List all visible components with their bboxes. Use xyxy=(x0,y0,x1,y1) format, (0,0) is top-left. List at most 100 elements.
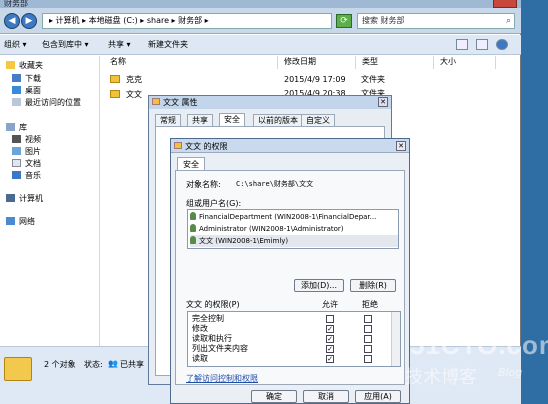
search-icon[interactable]: ⌕ xyxy=(506,14,511,28)
library-icon xyxy=(6,123,15,131)
allow-checkbox[interactable] xyxy=(326,315,334,323)
tab-general[interactable]: 常规 xyxy=(155,114,181,126)
file-row[interactable]: 克克 xyxy=(110,74,142,86)
view-options-icon[interactable] xyxy=(456,39,468,50)
folder-icon xyxy=(110,75,120,83)
deny-checkbox[interactable] xyxy=(364,315,372,323)
nav-recent[interactable]: 最近访问的位置 xyxy=(12,97,81,108)
column-type[interactable]: 类型 xyxy=(358,56,434,69)
watermark-site: 51CTO.com xyxy=(410,330,548,360)
allow-checkbox-checked[interactable]: ✓ xyxy=(326,355,334,363)
user-list[interactable]: FinancialDepartment (WIN2008-1\Financial… xyxy=(187,209,399,249)
download-icon xyxy=(12,74,21,82)
permissions-title-bar: 文文 的权限 ✕ xyxy=(171,139,409,153)
forward-button[interactable]: ▶ xyxy=(21,13,37,29)
deny-checkbox[interactable] xyxy=(364,345,372,353)
toolbar: 组织 ▾ 包含到库中 ▾ 共享 ▾ 新建文件夹 xyxy=(0,35,521,55)
new-folder-button[interactable]: 新建文件夹 xyxy=(148,39,188,50)
network-icon xyxy=(6,217,15,225)
file-type: 文件夹 xyxy=(361,75,385,84)
state-value: 已共享 xyxy=(120,360,144,369)
user-row[interactable]: Administrator (WIN2008-1\Administrator) xyxy=(190,223,398,235)
column-date[interactable]: 修改日期 xyxy=(280,56,356,69)
tab-sharing[interactable]: 共享 xyxy=(187,114,213,126)
nav-desktop[interactable]: 桌面 xyxy=(12,85,41,96)
watermark-blog: Blog xyxy=(498,366,523,379)
help-icon[interactable] xyxy=(496,39,508,50)
nav-music[interactable]: 音乐 xyxy=(12,170,41,181)
star-icon xyxy=(6,61,15,69)
close-button[interactable]: ✕ xyxy=(396,141,406,151)
tab-previous-versions[interactable]: 以前的版本 xyxy=(253,114,303,126)
folder-icon xyxy=(152,98,160,105)
permissions-dialog: 文文 的权限 ✕ 安全 对象名称: C:\share\财务部\文文 组或用户名(… xyxy=(170,138,410,404)
share-menu[interactable]: 共享 ▾ xyxy=(108,39,131,50)
allow-checkbox-checked[interactable]: ✓ xyxy=(326,345,334,353)
explorer-title-bar: 财务部 xyxy=(0,0,521,8)
properties-title: 文文 属性 xyxy=(163,98,198,107)
permissions-scrollbar[interactable] xyxy=(391,312,400,366)
allow-checkbox-checked[interactable]: ✓ xyxy=(326,335,334,343)
column-size[interactable]: 大小 xyxy=(436,56,496,69)
nav-libraries[interactable]: 库 xyxy=(6,122,27,133)
video-icon xyxy=(12,135,21,143)
shared-icon: 👥 xyxy=(108,359,118,368)
desktop-icon xyxy=(12,86,21,94)
nav-computer[interactable]: 计算机 xyxy=(6,193,43,204)
remove-button[interactable]: 删除(R) xyxy=(350,279,396,292)
properties-title-bar: 文文 属性 ✕ xyxy=(149,96,391,109)
navigation-pane: 收藏夹 下载 桌面 最近访问的位置 库 视频 图片 文档 音乐 计算机 网络 xyxy=(0,56,100,346)
add-button[interactable]: 添加(D)... xyxy=(294,279,344,292)
document-icon xyxy=(12,159,21,167)
permissions-body: 对象名称: C:\share\财务部\文文 组或用户名(G): Financia… xyxy=(175,170,405,385)
deny-checkbox[interactable] xyxy=(364,325,372,333)
close-button[interactable]: ✕ xyxy=(378,97,388,107)
permission-modify: 修改 xyxy=(192,324,208,333)
watermark-subtitle: 技术博客 xyxy=(405,367,477,388)
tab-security[interactable]: 安全 xyxy=(177,157,205,171)
back-button[interactable]: ◀ xyxy=(4,13,20,29)
address-bar-row: ◀ ▶ ▸ 计算机 ▸ 本地磁盘 (C:) ▸ share ▸ 财务部 ▸ ⟳ … xyxy=(0,8,521,34)
permission-read-execute: 读取和执行 xyxy=(192,334,232,343)
recent-places-icon xyxy=(12,98,21,106)
folder-icon xyxy=(174,142,182,149)
picture-icon xyxy=(12,147,21,155)
nav-videos[interactable]: 视频 xyxy=(12,134,41,145)
nav-network[interactable]: 网络 xyxy=(6,216,35,227)
include-library-menu[interactable]: 包含到库中 ▾ xyxy=(42,39,89,50)
close-button[interactable] xyxy=(493,0,517,8)
object-name-label: 对象名称: xyxy=(186,180,221,189)
nav-documents[interactable]: 文档 xyxy=(12,158,41,169)
permissions-list: 完全控制 修改 ✓ 读取和执行 ✓ 列出文件夹内容 ✓ 读取 ✓ xyxy=(187,311,401,367)
music-icon xyxy=(12,171,21,179)
user-icon xyxy=(190,224,196,232)
permissions-for-label: 文文 的权限(P) xyxy=(186,300,240,309)
learn-access-control-link[interactable]: 了解访问控制和权限 xyxy=(186,373,258,384)
cancel-button[interactable]: 取消 xyxy=(303,390,349,403)
file-row[interactable]: 文文 xyxy=(110,89,142,101)
deny-header: 拒绝 xyxy=(362,300,378,309)
allow-header: 允许 xyxy=(322,300,338,309)
address-field[interactable]: ▸ 计算机 ▸ 本地磁盘 (C:) ▸ share ▸ 财务部 ▸ xyxy=(42,13,332,29)
column-name[interactable]: 名称 xyxy=(106,56,278,69)
nav-pictures[interactable]: 图片 xyxy=(12,146,41,157)
allow-checkbox-checked[interactable]: ✓ xyxy=(326,325,334,333)
deny-checkbox[interactable] xyxy=(364,335,372,343)
user-row[interactable]: FinancialDepartment (WIN2008-1\Financial… xyxy=(190,211,398,223)
refresh-button[interactable]: ⟳ xyxy=(336,14,352,28)
tab-security[interactable]: 安全 xyxy=(219,113,245,127)
user-icon xyxy=(190,236,196,244)
computer-icon xyxy=(6,194,15,202)
organize-menu[interactable]: 组织 ▾ xyxy=(4,39,27,50)
search-placeholder: 搜索 财务部 xyxy=(362,16,405,25)
user-row-selected[interactable]: 文文 (WIN2008-1\Emimly) xyxy=(190,235,398,247)
nav-downloads[interactable]: 下载 xyxy=(12,73,41,84)
file-date: 2015/4/9 17:09 xyxy=(284,75,346,84)
deny-checkbox[interactable] xyxy=(364,355,372,363)
tab-customize[interactable]: 自定义 xyxy=(301,114,335,126)
apply-button[interactable]: 应用(A) xyxy=(355,390,401,403)
search-input[interactable]: 搜索 财务部 ⌕ xyxy=(357,13,515,29)
nav-favorites[interactable]: 收藏夹 xyxy=(6,60,43,71)
preview-pane-icon[interactable] xyxy=(476,39,488,50)
ok-button[interactable]: 确定 xyxy=(251,390,297,403)
